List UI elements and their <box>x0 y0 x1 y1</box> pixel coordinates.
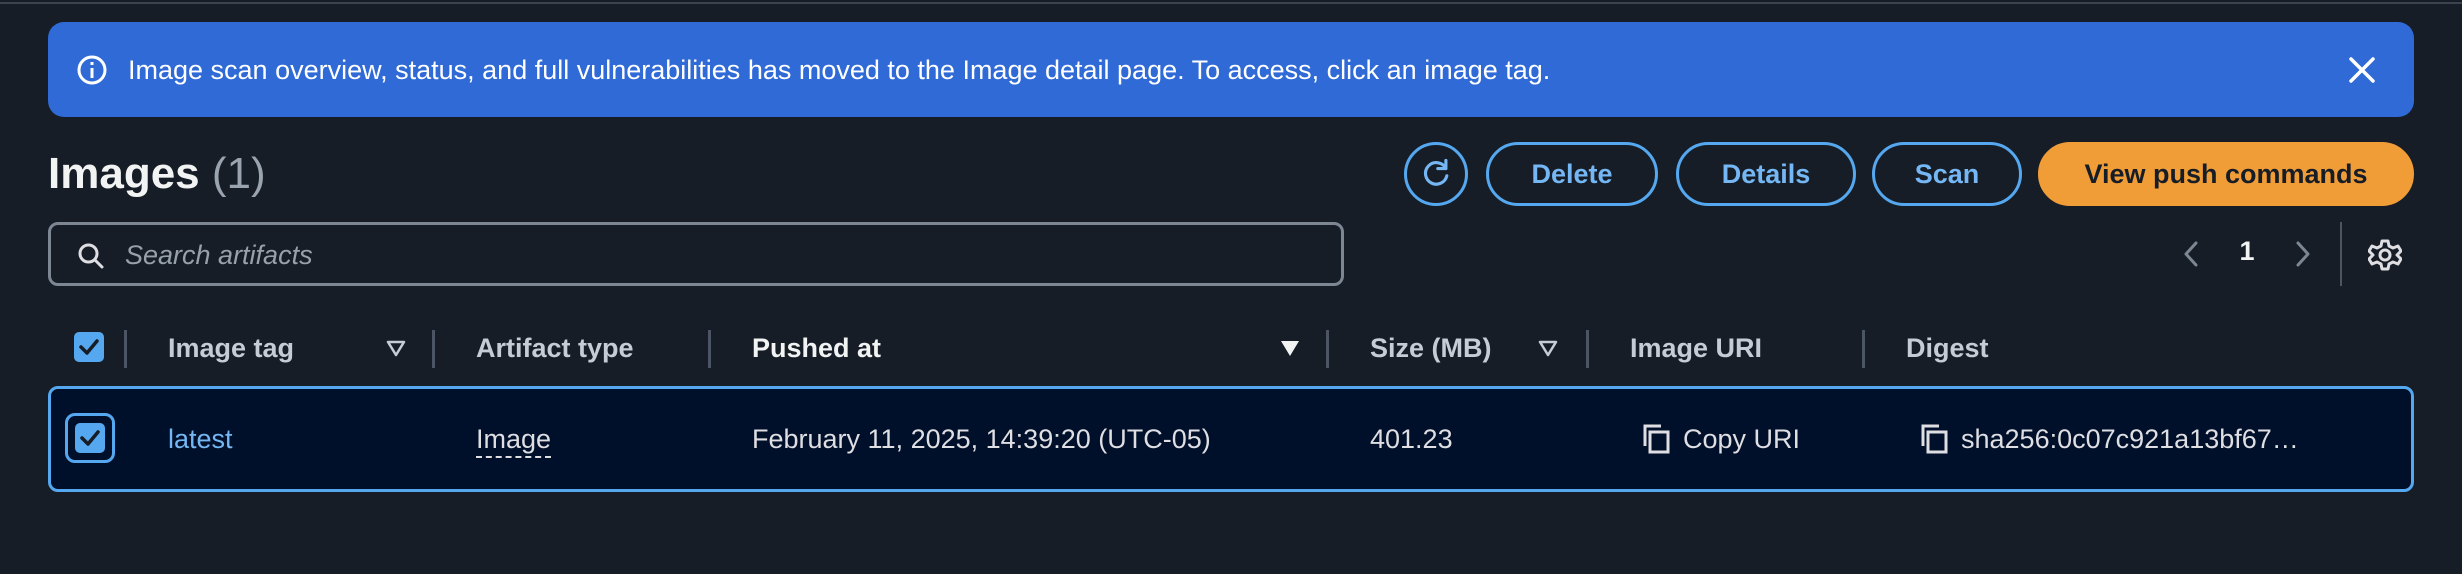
top-divider <box>0 0 2462 4</box>
close-icon[interactable] <box>2346 54 2378 86</box>
size-cell: 401.23 <box>1370 424 1453 454</box>
image-tag-link[interactable]: latest <box>168 421 233 457</box>
column-divider <box>1326 330 1329 368</box>
table-row[interactable]: latest Image February 11, 2025, 14:39:20… <box>48 386 2414 492</box>
pushed-at-cell: February 11, 2025, 14:39:20 (UTC-05) <box>752 424 1211 454</box>
sort-down-icon[interactable] <box>386 338 406 358</box>
checkbox-checked-icon <box>79 339 99 355</box>
delete-button[interactable]: Delete <box>1486 142 1658 206</box>
refresh-button[interactable] <box>1404 142 1468 206</box>
images-count: (1) <box>211 149 266 198</box>
copy-digest-button[interactable]: sha256:0c07c921a13bf67… <box>1919 421 2299 457</box>
column-header-image-tag[interactable]: Image tag <box>168 330 294 366</box>
refresh-icon <box>1423 158 1449 186</box>
page-title-text: Images <box>48 149 200 198</box>
column-header-pushed-at[interactable]: Pushed at <box>752 330 881 366</box>
column-header-artifact-type[interactable]: Artifact type <box>476 330 634 366</box>
sort-down-icon[interactable] <box>1538 338 1558 358</box>
settings-icon[interactable] <box>2368 238 2402 272</box>
column-divider <box>432 330 435 368</box>
search-icon <box>78 243 104 269</box>
artifact-type-cell[interactable]: Image <box>476 421 551 457</box>
row-checkbox[interactable] <box>75 423 105 453</box>
column-divider <box>1862 330 1865 368</box>
column-header-size[interactable]: Size (MB) <box>1370 330 1492 366</box>
column-header-digest: Digest <box>1906 333 1989 363</box>
search-input[interactable] <box>123 225 1327 285</box>
checkbox-checked-icon <box>80 430 100 446</box>
chevron-left-icon[interactable] <box>2180 238 2202 270</box>
details-button[interactable]: Details <box>1676 142 1856 206</box>
search-box <box>48 222 1344 286</box>
copy-uri-button[interactable]: Copy URI <box>1641 421 1800 457</box>
column-divider <box>124 330 127 368</box>
chevron-right-icon[interactable] <box>2292 238 2314 270</box>
info-flashbar: Image scan overview, status, and full vu… <box>48 22 2414 117</box>
select-all-checkbox[interactable] <box>74 332 104 362</box>
scan-button[interactable]: Scan <box>1872 142 2022 206</box>
column-header-image-uri: Image URI <box>1630 333 1763 363</box>
column-divider <box>1586 330 1589 368</box>
column-divider <box>708 330 711 368</box>
copy-uri-label: Copy URI <box>1683 423 1801 454</box>
view-push-commands-button[interactable]: View push commands <box>2038 142 2414 206</box>
page-number[interactable]: 1 <box>2232 236 2262 267</box>
copy-icon <box>1643 424 1670 454</box>
flash-message: Image scan overview, status, and full vu… <box>128 55 1551 85</box>
page-title: Images (1) <box>48 146 266 202</box>
digest-value: sha256:0c07c921a13bf67… <box>1961 423 2299 454</box>
pagination-divider <box>2340 222 2342 286</box>
copy-icon <box>1921 424 1948 454</box>
info-icon <box>77 55 107 85</box>
sort-down-icon[interactable] <box>1280 338 1300 358</box>
